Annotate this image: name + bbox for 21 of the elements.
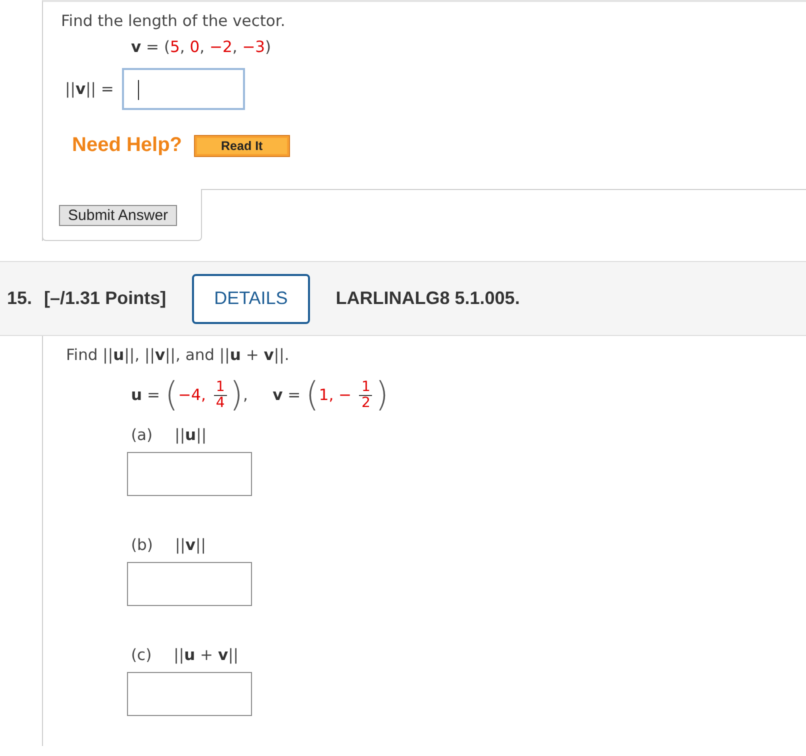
question-prompt: Find the length of the vector. bbox=[61, 12, 286, 30]
vector-equation: v = (5, 0, −2, −3) bbox=[131, 38, 272, 56]
part-label: (a) bbox=[131, 426, 153, 444]
answer-field[interactable] bbox=[127, 672, 252, 716]
answer-field[interactable] bbox=[127, 452, 252, 496]
norm-label: ||v|| = bbox=[65, 80, 114, 98]
need-help-label: Need Help? bbox=[72, 134, 182, 157]
answer-field[interactable] bbox=[122, 68, 245, 110]
answer-field[interactable] bbox=[127, 562, 252, 606]
question-prompt: Find ||u||, ||v||, and ||u + v||. bbox=[66, 346, 290, 364]
read-it-button[interactable]: Read It bbox=[194, 134, 290, 156]
norm-expression: ||u + v|| bbox=[174, 646, 239, 664]
question-number: 15. bbox=[7, 288, 32, 309]
reference-code: LARLINALG8 5.1.005. bbox=[336, 288, 520, 309]
points-label: [–/1.31 Points] bbox=[44, 288, 166, 309]
details-button[interactable]: DETAILS bbox=[192, 274, 310, 324]
norm-expression: ||u|| bbox=[174, 426, 207, 444]
part-label: (c) bbox=[131, 646, 152, 664]
part-label: (b) bbox=[131, 536, 153, 554]
submit-answer-button[interactable]: Submit Answer bbox=[59, 205, 178, 226]
norm-expression: ||v|| bbox=[174, 536, 206, 554]
